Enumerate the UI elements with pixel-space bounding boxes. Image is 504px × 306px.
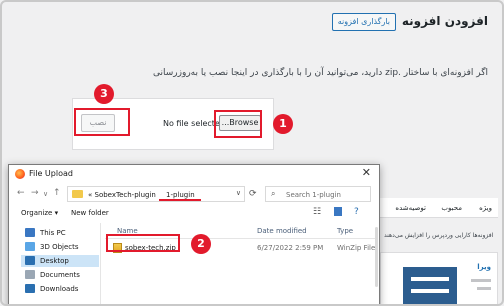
up-icon[interactable]: ↑ — [53, 188, 61, 198]
close-icon[interactable]: ✕ — [362, 166, 371, 179]
plugin-thumbnail — [403, 267, 457, 304]
forward-icon[interactable]: → — [31, 188, 39, 198]
nav-item-label: Documents — [40, 271, 80, 279]
nav-item-3d-objects[interactable]: 3D Objects — [21, 241, 99, 253]
cube-icon — [25, 242, 35, 251]
desktop-icon — [25, 256, 35, 265]
step-badge-3: 3 — [94, 84, 114, 104]
dialog-title: File Upload — [29, 169, 73, 178]
navigation-pane: This PC 3D Objects Desktop Documents Dow… — [9, 223, 101, 304]
nav-item-label: Downloads — [40, 285, 79, 293]
upload-plugin-button[interactable]: بارگذاری افزونه — [331, 13, 396, 31]
nav-item-label: Desktop — [40, 257, 69, 265]
text-placeholder-line — [477, 287, 491, 290]
search-icon: ⌕ — [271, 189, 276, 198]
breadcrumb-parent[interactable]: « SobexTech-plugin — [88, 191, 156, 199]
pc-icon — [25, 228, 35, 237]
text-placeholder-line — [471, 279, 491, 282]
downloads-icon — [25, 284, 35, 293]
tab-recommended[interactable]: توصیه‌شده — [395, 204, 426, 212]
folder-icon — [72, 190, 83, 198]
column-header-type[interactable]: Type — [337, 227, 353, 235]
view-options-icon[interactable]: ☷ — [313, 207, 321, 217]
upload-description: اگر افزونه‌ای با ساختار .zip دارید، می‌ت… — [153, 68, 488, 78]
highlight-install — [74, 108, 130, 136]
highlight-zip-file — [106, 234, 180, 252]
refresh-icon[interactable]: ⟳ — [249, 189, 257, 199]
nav-item-label: 3D Objects — [40, 243, 79, 251]
scrollbar[interactable] — [375, 227, 378, 287]
plugin-tabs: ویژه محبوب توصیه‌شده — [380, 198, 498, 218]
plugins-note: افزونه‌ها کارایی وردپرس را افزایش می‌دهن… — [384, 232, 494, 239]
nav-item-documents[interactable]: Documents — [21, 269, 99, 281]
chevron-down-icon[interactable]: ∨ — [43, 190, 48, 198]
plugin-card: ویرا — [380, 252, 498, 304]
search-placeholder: Search 1-plugin — [286, 191, 341, 199]
nav-item-downloads[interactable]: Downloads — [21, 283, 99, 295]
documents-icon — [25, 270, 35, 279]
nav-item-desktop[interactable]: Desktop — [21, 255, 99, 267]
column-header-date[interactable]: Date modified — [257, 227, 307, 235]
dialog-titlebar: File Upload ✕ — [9, 165, 379, 183]
search-input[interactable]: ⌕ Search 1-plugin — [265, 186, 371, 202]
back-icon[interactable]: ← — [17, 188, 25, 198]
plugin-card-name[interactable]: ویرا — [477, 263, 491, 271]
nav-item-label: This PC — [40, 229, 66, 237]
dialog-toolbar: Organize ▾ New folder ☷ ? — [9, 205, 379, 223]
chevron-down-icon[interactable]: ∨ — [236, 189, 241, 197]
screenshot-frame: افزودن افزونه بارگذاری افزونه اگر افزونه… — [0, 0, 504, 306]
highlight-breadcrumb — [159, 187, 201, 201]
page-title: افزودن افزونه — [401, 14, 488, 28]
address-bar[interactable]: « SobexTech-plugin 1-plugin ∨ — [67, 186, 245, 202]
new-folder-button[interactable]: New folder — [71, 209, 109, 217]
step-badge-2: 2 — [191, 234, 211, 254]
tab-featured[interactable]: ویژه — [479, 204, 492, 212]
highlight-browse — [214, 110, 262, 138]
preview-pane-icon[interactable] — [334, 207, 342, 216]
help-icon[interactable]: ? — [354, 207, 359, 217]
address-row: ← → ∨ ↑ « SobexTech-plugin 1-plugin ∨ ⟳ … — [9, 183, 379, 205]
organize-menu[interactable]: Organize ▾ — [21, 209, 58, 217]
nav-item-this-pc[interactable]: This PC — [21, 227, 99, 239]
file-type: WinZip File — [337, 244, 376, 252]
file-date: 6/27/2022 2:59 PM — [257, 244, 324, 252]
tab-popular[interactable]: محبوب — [441, 204, 462, 212]
firefox-icon — [15, 169, 25, 179]
step-badge-1: 1 — [273, 114, 293, 134]
